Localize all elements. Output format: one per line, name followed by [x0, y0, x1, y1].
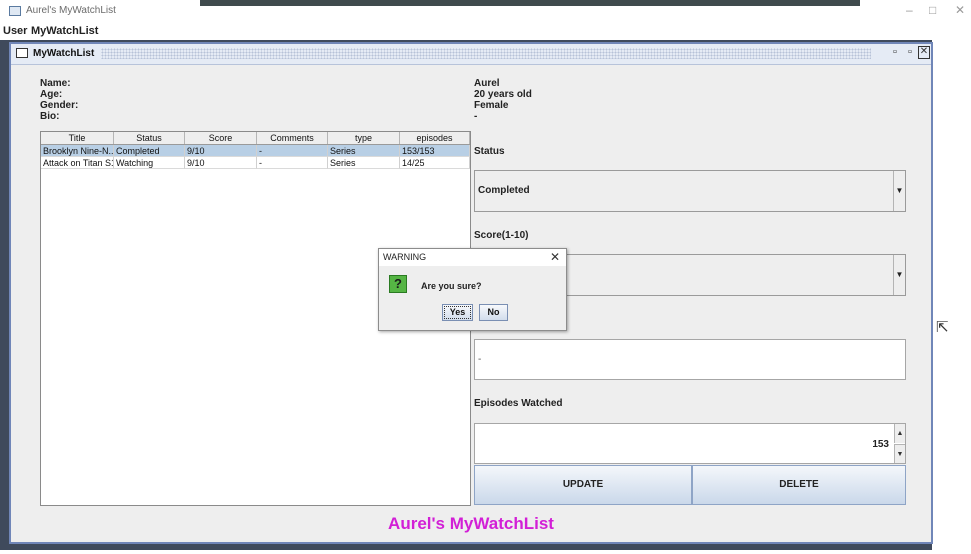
episodes-value: 153 [872, 439, 889, 450]
gender-label: Gender: [40, 100, 79, 111]
internal-frame-title: MyWatchList [33, 48, 95, 59]
maximize-frame-icon[interactable]: ▫ [904, 46, 916, 59]
window-title: Aurel's MyWatchList [26, 5, 116, 16]
iconify-icon[interactable]: ▫ [889, 46, 901, 59]
menubar: User MyWatchList [0, 22, 971, 40]
cell-status: Watching [114, 157, 185, 169]
mouse-cursor-icon: ⇱ [936, 319, 949, 336]
cell-status: Completed [114, 145, 185, 157]
no-button[interactable]: No [479, 304, 508, 321]
status-selected-value: Completed [478, 185, 530, 196]
column-header-episodes[interactable]: episodes [400, 132, 470, 144]
app-icon [9, 6, 21, 16]
age-value: 20 years old [474, 89, 532, 100]
menu-mywatchlist[interactable]: MyWatchList [31, 25, 98, 37]
maximize-button[interactable]: □ [929, 3, 936, 17]
window-titlebar: Aurel's MyWatchList – □ ✕ [0, 0, 971, 23]
chevron-down-icon[interactable]: ▼ [893, 255, 905, 295]
name-value: Aurel [474, 78, 500, 89]
close-window-button[interactable]: ✕ [955, 3, 965, 17]
dialog-message: Are you sure? [421, 281, 482, 291]
minimize-button[interactable]: – [906, 3, 913, 17]
dialog-titlebar[interactable]: WARNING ✕ [379, 249, 566, 266]
episodes-spinner[interactable]: 153 ▲ ▼ [474, 423, 906, 464]
name-label: Name: [40, 78, 71, 89]
column-header-score[interactable]: Score [185, 132, 257, 144]
chevron-down-icon[interactable]: ▼ [893, 171, 905, 211]
dialog-title: WARNING [383, 252, 427, 262]
column-header-type[interactable]: type [328, 132, 400, 144]
background-code-strip [200, 0, 860, 6]
status-label: Status [474, 146, 505, 157]
comments-field[interactable]: - [474, 339, 906, 380]
yes-button[interactable]: Yes [442, 304, 473, 321]
bio-label: Bio: [40, 111, 60, 122]
comments-value: - [478, 354, 482, 365]
cell-comments: - [257, 157, 328, 169]
warning-dialog: WARNING ✕ ? Are you sure? Yes No [378, 248, 567, 331]
age-label: Age: [40, 89, 63, 100]
footer-title: Aurel's MyWatchList [388, 514, 554, 533]
cell-comments: - [257, 145, 328, 157]
cell-type: Series [328, 145, 400, 157]
table-row[interactable]: Brooklyn Nine-N... Completed 9/10 - Seri… [41, 145, 470, 157]
frame-icon [16, 48, 28, 58]
cell-score: 9/10 [185, 157, 257, 169]
column-header-title[interactable]: Title [41, 132, 114, 144]
column-header-comments[interactable]: Comments [257, 132, 328, 144]
cell-title: Attack on Titan S1 [41, 157, 114, 169]
question-icon: ? [389, 275, 407, 293]
internal-frame-titlebar[interactable]: MyWatchList ▫ ▫ ✕ [11, 44, 931, 65]
score-label: Score(1-10) [474, 230, 529, 241]
bio-value: - [474, 111, 478, 122]
cell-episodes: 14/25 [400, 157, 470, 169]
update-button[interactable]: UPDATE [474, 465, 692, 505]
titlebar-grip [101, 48, 871, 59]
spinner-up-icon[interactable]: ▲ [894, 424, 905, 443]
delete-button[interactable]: DELETE [692, 465, 906, 505]
cell-title: Brooklyn Nine-N... [41, 145, 114, 157]
cell-type: Series [328, 157, 400, 169]
cell-episodes: 153/153 [400, 145, 470, 157]
table-header: Title Status Score Comments type episode… [41, 132, 470, 145]
menu-user[interactable]: User [3, 25, 27, 37]
cell-score: 9/10 [185, 145, 257, 157]
table-row[interactable]: Attack on Titan S1 Watching 9/10 - Serie… [41, 157, 470, 169]
close-frame-icon[interactable]: ✕ [918, 46, 930, 59]
episodes-watched-label: Episodes Watched [474, 398, 563, 409]
spinner-down-icon[interactable]: ▼ [894, 444, 905, 463]
close-icon[interactable]: ✕ [550, 250, 560, 264]
column-header-status[interactable]: Status [114, 132, 185, 144]
gender-value: Female [474, 100, 509, 111]
status-combobox[interactable]: Completed ▼ [474, 170, 906, 212]
